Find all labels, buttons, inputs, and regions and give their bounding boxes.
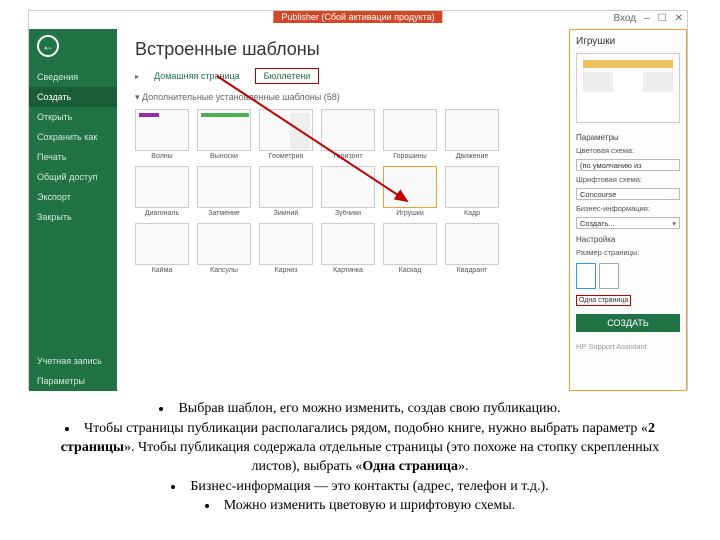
bullet-icon: ▸ (135, 72, 139, 81)
titlebar: Publisher (Сбой активации продукта) Вход… (29, 11, 687, 29)
template-item[interactable]: Волны (135, 109, 189, 160)
breadcrumb-current[interactable]: Бюллетени (255, 68, 320, 84)
template-item[interactable]: Геометрия (259, 109, 313, 160)
template-item[interactable]: Диагональ (135, 166, 189, 217)
sidebar-item-close[interactable]: Закрыть (29, 207, 117, 227)
sidebar-item-export[interactable]: Экспорт (29, 187, 117, 207)
template-item[interactable]: Выноски (197, 109, 251, 160)
bizinfo-label: Бизнес-информация: (576, 204, 680, 213)
fontscheme-dropdown[interactable]: ConcourseConstantia (576, 188, 680, 200)
sidebar-item-params[interactable]: Параметры (29, 371, 117, 391)
app-window: Publisher (Сбой активации продукта) Вход… (28, 10, 688, 390)
params-heading: Параметры (576, 133, 680, 142)
template-item[interactable]: Горизонт (321, 109, 375, 160)
template-item[interactable]: Капсулы (197, 223, 251, 274)
bullet-2: Чтобы страницы публикации располагались … (60, 420, 660, 477)
template-item[interactable]: Зимний (259, 166, 313, 217)
window-title: Publisher (Сбой активации продукта) (273, 11, 442, 23)
sidebar-item-saveas[interactable]: Сохранить как (29, 127, 117, 147)
template-item[interactable]: Игрушки (383, 166, 437, 217)
sidebar-item-create[interactable]: Создать (29, 87, 117, 107)
breadcrumb: ▸ Домашняя страница Бюллетени (135, 68, 557, 84)
template-item[interactable]: Горошины (383, 109, 437, 160)
fontscheme-label: Шрифтовая схема: (576, 175, 680, 184)
minimize-icon[interactable]: – (644, 13, 650, 24)
template-item[interactable]: Кайма (135, 223, 189, 274)
pagesize-options (576, 263, 680, 289)
taskbar-hint: HP Support Assistant (576, 342, 680, 351)
create-button[interactable]: СОЗДАТЬ (576, 314, 680, 332)
section-label: ▾ Дополнительные установленные шаблоны (… (135, 92, 557, 103)
bullet-4: Можно изменить цветовую и шрифтовую схем… (60, 497, 660, 516)
page-option-two[interactable] (599, 263, 619, 289)
page-option-one[interactable] (576, 263, 596, 289)
template-item[interactable]: Затмение (197, 166, 251, 217)
bizinfo-dropdown[interactable]: Создать... (576, 217, 680, 229)
bullet-1: Выбрав шаблон, его можно изменить, созда… (60, 400, 660, 419)
sidebar-item-open[interactable]: Открыть (29, 107, 117, 127)
close-icon[interactable]: ✕ (675, 13, 683, 24)
sidebar-item-account[interactable]: Учетная запись (29, 351, 117, 371)
colorscheme-label: Цветовая схема: (576, 146, 680, 155)
sidebar-item-print[interactable]: Печать (29, 147, 117, 167)
onepage-caption: Одна страница (576, 295, 631, 306)
sidebar-item-info[interactable]: Сведения (29, 67, 117, 87)
template-item[interactable]: Карниз (259, 223, 313, 274)
template-item[interactable]: Кадр (445, 166, 499, 217)
page-title: Встроенные шаблоны (135, 39, 557, 60)
sidebar-item-share[interactable]: Общий доступ (29, 167, 117, 187)
backstage-sidebar: ← Сведения Создать Открыть Сохранить как… (29, 29, 117, 391)
panel-title: Игрушки (576, 36, 680, 47)
colorscheme-dropdown[interactable]: (по умолчанию из шаблона) (576, 159, 680, 171)
template-item[interactable]: Движение (445, 109, 499, 160)
template-item[interactable]: Квадрант (445, 223, 499, 274)
template-item[interactable]: Каскад (383, 223, 437, 274)
user-signin[interactable]: Вход (613, 13, 636, 24)
template-item[interactable]: Зубчики (321, 166, 375, 217)
template-grid: Волны Выноски Геометрия Горизонт Горошин… (135, 109, 557, 274)
template-gallery: Встроенные шаблоны ▸ Домашняя страница Б… (117, 29, 569, 391)
pagesize-label: Размер страницы: (576, 248, 680, 257)
custom-heading: Настройка (576, 235, 680, 244)
maximize-icon[interactable]: ☐ (658, 13, 667, 24)
template-preview (576, 53, 680, 123)
breadcrumb-home[interactable]: Домашняя страница (145, 68, 249, 84)
bullet-3: Бизнес-информация — это контакты (адрес,… (60, 478, 660, 497)
back-button[interactable]: ← (37, 35, 59, 57)
template-options-panel: Игрушки Параметры Цветовая схема: (по ум… (569, 29, 687, 391)
slide-bullets: Выбрав шаблон, его можно изменить, созда… (60, 400, 660, 517)
template-item[interactable]: Картинка (321, 223, 375, 274)
